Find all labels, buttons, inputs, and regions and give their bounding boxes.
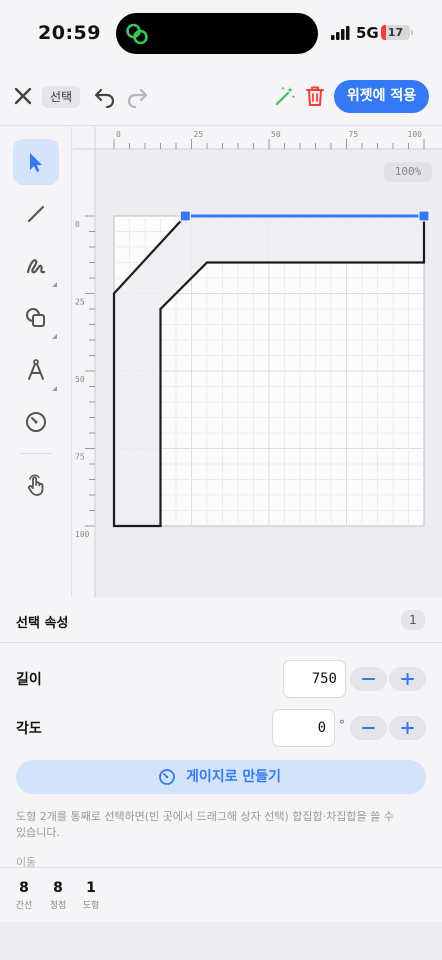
submenu-indicator: [52, 386, 57, 391]
line-tool[interactable]: [13, 191, 59, 237]
properties-header: 선택 속성 1: [0, 597, 442, 643]
scribble-icon: [26, 259, 46, 274]
line-icon: [27, 205, 45, 223]
pointer-arrow-icon: [30, 153, 42, 172]
length-label: 길이: [16, 672, 42, 688]
gauge-icon: [159, 769, 175, 785]
close-icon[interactable]: [12, 85, 34, 107]
battery-icon: 17: [381, 25, 410, 40]
compass-tool[interactable]: [13, 347, 59, 393]
boolean-ops-hint: 도형 2개를 통째로 선택하면(빈 곳에서 드래그해 상자 선택) 합집합·차집…: [16, 810, 394, 839]
plus-icon: [401, 722, 414, 734]
network-type: 5G: [356, 24, 379, 42]
stat-value: 1: [86, 880, 96, 896]
ruler-label: 50: [75, 375, 85, 384]
angle-label: 각도: [16, 721, 42, 737]
ruler-label: 75: [75, 453, 85, 462]
properties-title: 선택 속성: [16, 616, 69, 631]
stat-label: 정점: [49, 901, 67, 911]
ruler-label: 0: [75, 220, 80, 229]
edge-handle-end[interactable]: [418, 210, 430, 222]
stat-label: 도형: [82, 901, 100, 911]
length-decrement-button[interactable]: [350, 667, 387, 691]
ruler-label: 75: [349, 130, 359, 139]
selection-count-badge: 1: [401, 610, 425, 630]
stat-edges: 8 간선: [12, 880, 36, 911]
length-input[interactable]: 750: [283, 660, 346, 698]
trash-icon[interactable]: [304, 84, 326, 108]
cellular-signal-icon: [331, 26, 350, 40]
battery-level: 17: [387, 26, 404, 39]
ruler-label: 100: [408, 130, 423, 139]
apply-to-widget-button[interactable]: 위젯에 적용: [334, 80, 429, 113]
shape-stats-bar: 8 간선 8 정점 1 도형: [0, 867, 442, 922]
ruler-label: 100: [75, 530, 90, 539]
ruler-label: 25: [75, 298, 85, 307]
stat-value: 8: [19, 880, 29, 896]
select-tool[interactable]: [13, 139, 59, 185]
bottom-spacer: [0, 922, 442, 960]
minus-icon: [362, 678, 375, 680]
minus-icon: [362, 727, 375, 729]
plus-icon: [401, 673, 414, 685]
dynamic-island: [116, 13, 318, 54]
angle-decrement-button[interactable]: [350, 716, 387, 740]
stat-vertices: 8 정점: [46, 880, 70, 911]
drawing-canvas-area[interactable]: 0 25 50 75 100 0 25 50 75 100 100%: [73, 127, 442, 597]
battery-tip: [411, 30, 413, 35]
editor-toolbar: 선택 위젯에 적용: [0, 66, 442, 126]
tool-palette: [0, 127, 72, 597]
stat-shapes: 1 도형: [79, 880, 103, 911]
compass-icon: [28, 359, 44, 380]
hand-tap-icon: [28, 474, 44, 496]
palette-divider: [20, 453, 52, 454]
redo-icon[interactable]: [126, 84, 148, 108]
undo-icon[interactable]: [94, 84, 116, 108]
stat-label: 간선: [15, 901, 33, 911]
edge-handle-start[interactable]: [179, 210, 191, 222]
gauge-icon: [26, 412, 46, 432]
properties-panel: 선택 속성 1 길이 750 각도 0 ° 게이지로 만들기 도형 2개를 통째…: [0, 597, 442, 869]
angle-unit: °: [339, 718, 345, 732]
make-gauge-button[interactable]: 게이지로 만들기: [16, 760, 426, 794]
length-increment-button[interactable]: [389, 667, 426, 691]
shapes-icon: [26, 308, 45, 327]
freehand-tool[interactable]: [13, 243, 59, 289]
angle-input[interactable]: 0: [272, 709, 335, 747]
submenu-indicator: [52, 334, 57, 339]
ruler-label: 50: [271, 130, 281, 139]
magic-wand-icon[interactable]: [274, 85, 296, 107]
zoom-level[interactable]: 100%: [384, 162, 432, 182]
selection-mode-badge[interactable]: 선택: [42, 86, 81, 108]
touch-tool[interactable]: [13, 463, 59, 509]
stat-value: 8: [53, 880, 63, 896]
gauge-tool[interactable]: [13, 399, 59, 445]
drawing-canvas[interactable]: 0 25 50 75 100 0 25 50 75 100: [73, 127, 442, 597]
status-time: 20:59: [38, 22, 101, 44]
link-icon: [126, 23, 148, 45]
submenu-indicator: [52, 282, 57, 287]
angle-increment-button[interactable]: [389, 716, 426, 740]
ruler-label: 25: [194, 130, 204, 139]
make-gauge-label: 게이지로 만들기: [186, 769, 282, 785]
shape-tool[interactable]: [13, 295, 59, 341]
status-bar: 20:59 5G 17: [0, 0, 442, 66]
top-ruler: [73, 127, 442, 149]
ruler-label: 0: [116, 130, 121, 139]
